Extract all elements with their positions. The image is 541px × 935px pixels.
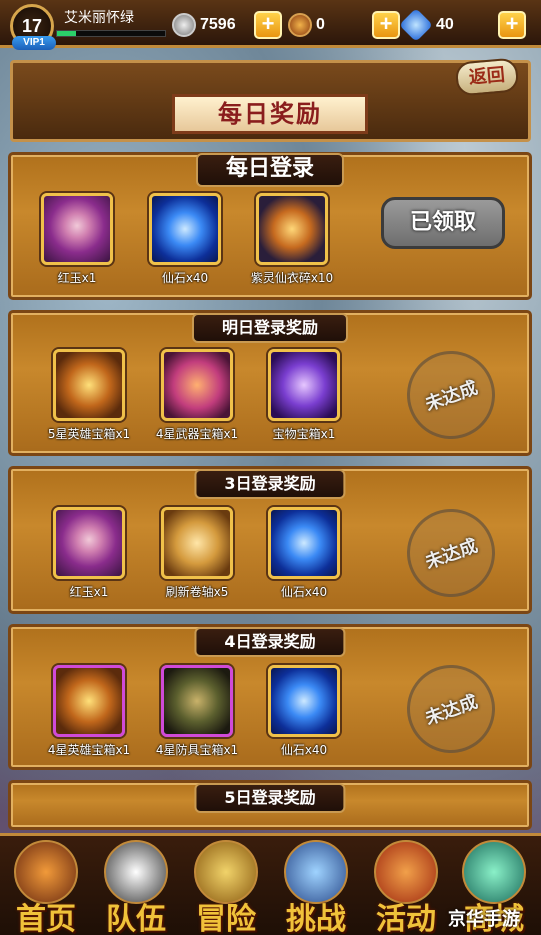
reward-item-label: 宝物宝箱x1 (272, 427, 336, 441)
refresh-scroll-icon (161, 507, 233, 579)
not-reached-stamp: 未达成 (394, 338, 508, 452)
medal-counter: 0 (288, 13, 325, 37)
gem-counter: 40 (399, 8, 454, 42)
reward-panel-day3: 3日登录奖励 红玉x1 刷新卷轴x5 仙石x40 未达成 (8, 466, 532, 614)
silver-counter: 7596 (172, 13, 236, 37)
reward-panel-day5: 5日登录奖励 (8, 780, 532, 830)
reward-item-label: 紫灵仙衣碎x10 (250, 271, 334, 285)
add-medal-button[interactable]: + (372, 11, 400, 39)
reward-item-label: 仙石x40 (280, 743, 328, 757)
weapon-chest-icon (161, 349, 233, 421)
reward-item-label: 红玉x1 (57, 271, 97, 285)
page-title: 每日奖励 (172, 94, 368, 134)
not-reached-stamp: 未达成 (394, 652, 508, 766)
treasure-chest-icon (268, 349, 340, 421)
medal-amount: 0 (316, 16, 325, 33)
reward-panel-tomorrow: 明日登录奖励 5星英雄宝箱x1 4星武器宝箱x1 宝物宝箱x1 未达成 (8, 310, 532, 456)
gem-amount: 40 (436, 16, 454, 33)
reward-panel-title: 3日登录奖励 (194, 469, 346, 499)
reward-item-label: 4星英雄宝箱x1 (47, 743, 131, 757)
add-gem-button[interactable]: + (498, 11, 526, 39)
nav-adventure[interactable]: 冒险 (182, 838, 270, 935)
reward-item[interactable]: 5星英雄宝箱x1 (48, 349, 130, 442)
reward-item[interactable]: 4星防具宝箱x1 (156, 665, 238, 758)
back-button[interactable]: 返回 (454, 57, 520, 97)
reward-item[interactable]: 宝物宝箱x1 (268, 349, 340, 442)
not-reached-stamp: 未达成 (394, 496, 508, 610)
reward-panel-title: 5日登录奖励 (194, 783, 346, 813)
immortal-stone-crystal-icon (268, 507, 340, 579)
reward-item-label: 4星武器宝箱x1 (155, 427, 239, 441)
nav-event[interactable]: 活动 (362, 838, 450, 935)
nav-home[interactable]: 首页 (2, 838, 90, 935)
armor-fragment-icon (256, 193, 328, 265)
claimed-button[interactable]: 已领取 (381, 197, 505, 249)
reward-item-label: 刷新卷轴x5 (165, 585, 229, 599)
reward-item-label: 仙石x40 (280, 585, 328, 599)
nav-label: 冒险 (196, 902, 256, 935)
nav-label: 挑战 (286, 902, 346, 935)
hero-chest-icon (53, 665, 125, 737)
reward-item-label: 4星防具宝箱x1 (155, 743, 239, 757)
reward-item[interactable]: 仙石x40 (268, 665, 340, 758)
reward-item-label: 5星英雄宝箱x1 (47, 427, 131, 441)
silver-amount: 7596 (200, 16, 236, 33)
daily-login-title: 每日登录 (195, 153, 345, 187)
reward-item[interactable]: 仙石x40 (268, 507, 340, 600)
watermark: 京华手游 (448, 909, 520, 930)
reward-item[interactable]: 4星英雄宝箱x1 (48, 665, 130, 758)
reward-item-label: 红玉x1 (69, 585, 109, 599)
reward-panel-title: 明日登录奖励 (191, 313, 349, 343)
exp-bar-fill (57, 31, 77, 36)
reward-item[interactable]: 红玉x1 (53, 507, 125, 600)
reward-panel-title: 4日登录奖励 (194, 627, 346, 657)
player-name: 艾米丽怀绿 (64, 10, 134, 26)
reward-item-label: 仙石x40 (161, 271, 209, 285)
add-silver-button[interactable]: + (254, 11, 282, 39)
medal-icon (288, 13, 312, 37)
armor-chest-icon (161, 665, 233, 737)
red-jade-portrait-icon (53, 507, 125, 579)
hero-chest-icon (53, 349, 125, 421)
gem-icon (399, 8, 433, 42)
reward-item[interactable]: 紫灵仙衣碎x10 (251, 193, 333, 286)
silver-coin-icon (172, 13, 196, 37)
exp-bar (56, 30, 166, 37)
reward-item[interactable]: 4星武器宝箱x1 (156, 349, 238, 442)
reward-item[interactable]: 仙石x40 (149, 193, 221, 286)
immortal-stone-crystal-icon (268, 665, 340, 737)
top-status-bar: 17 VIP1 艾米丽怀绿 7596 + 0 + 40 + (0, 0, 541, 50)
immortal-stone-crystal-icon (149, 193, 221, 265)
daily-login-panel: 每日登录 红玉x1 仙石x40 紫灵仙衣碎x10 已领取 (8, 152, 532, 300)
nav-label: 活动 (376, 902, 436, 935)
vip-badge[interactable]: VIP1 (12, 36, 56, 50)
reward-panel-day4: 4日登录奖励 4星英雄宝箱x1 4星防具宝箱x1 仙石x40 未达成 (8, 624, 532, 770)
reward-item[interactable]: 红玉x1 (41, 193, 113, 286)
red-jade-portrait-icon (41, 193, 113, 265)
reward-item[interactable]: 刷新卷轴x5 (161, 507, 233, 600)
nav-label: 队伍 (106, 902, 166, 935)
nav-challenge[interactable]: 挑战 (272, 838, 360, 935)
nav-team[interactable]: 队伍 (92, 838, 180, 935)
nav-label: 首页 (16, 902, 76, 935)
